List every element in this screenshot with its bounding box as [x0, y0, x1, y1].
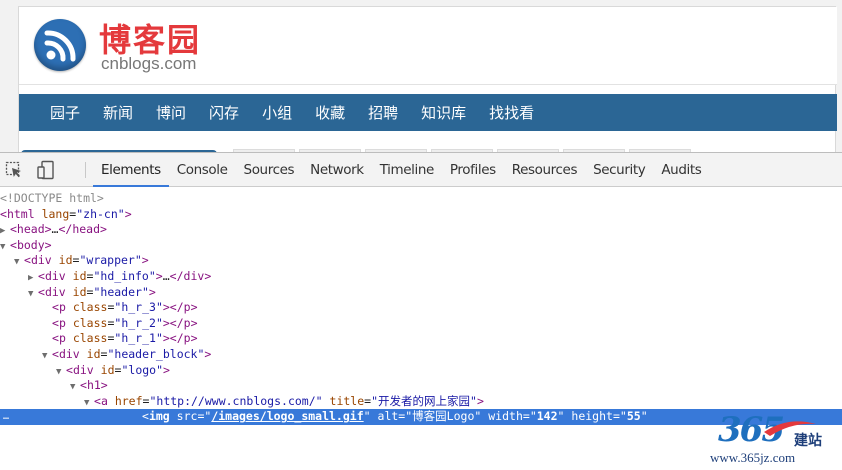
dom-node-a[interactable]: ▼ <a href="http://www.cnblogs.com/" title… — [0, 394, 842, 410]
dom-node-div-header[interactable]: ▼ <div id="header"> — [0, 285, 842, 301]
toolbar-divider — [85, 162, 86, 178]
tag-name: p — [58, 300, 66, 315]
nav-item-flash[interactable]: 闪存 — [209, 102, 239, 123]
nav-item-search[interactable]: 找找看 — [489, 102, 534, 123]
devtools-toolbar: Elements Console Sources Network Timelin… — [0, 153, 842, 187]
watermark-cn-text: 建站 — [794, 433, 822, 449]
attr-name: lang — [41, 206, 70, 221]
attr-value: h_r_1 — [121, 331, 156, 346]
attr-value-link[interactable]: /images/logo_small.gif — [211, 409, 363, 423]
attr-name: id — [100, 362, 115, 377]
tag-name: div — [58, 346, 80, 361]
nav-item-yuanzi[interactable]: 园子 — [50, 102, 80, 123]
dom-node-html[interactable]: <html lang="zh-cn"> — [0, 207, 842, 223]
nav-item-jobs[interactable]: 招聘 — [368, 102, 398, 123]
dom-node-body[interactable]: ▼ <body> — [0, 238, 842, 254]
tag-name: p — [183, 315, 191, 330]
attr-value: logo — [128, 362, 157, 377]
doctype-text: <!DOCTYPE html> — [0, 191, 104, 205]
tag-name: div — [72, 362, 94, 377]
tab-timeline[interactable]: Timeline — [372, 153, 442, 187]
attr-value: hd_info — [100, 268, 149, 283]
tag-name: html — [6, 206, 35, 221]
inspect-element-icon[interactable] — [5, 161, 23, 179]
attr-name: id — [72, 268, 87, 283]
nav-item-questions[interactable]: 博问 — [156, 102, 186, 123]
tag-name: p — [183, 300, 191, 315]
device-mode-icon[interactable] — [37, 160, 55, 180]
tag-name: h1 — [86, 378, 101, 393]
tag-name: div — [44, 268, 66, 283]
tab-profiles[interactable]: Profiles — [442, 153, 504, 187]
tab-resources[interactable]: Resources — [504, 153, 585, 187]
attr-value: 55 — [626, 409, 641, 424]
tab-audits[interactable]: Audits — [653, 153, 709, 187]
attr-value: header_block — [114, 346, 198, 361]
tag-name: p — [58, 315, 66, 330]
tag-name: body — [16, 237, 45, 252]
tab-security[interactable]: Security — [585, 153, 653, 187]
nav-item-favorites[interactable]: 收藏 — [315, 102, 345, 123]
attr-name: href — [114, 393, 143, 408]
website-viewport: 博客园 cnblogs.com 园子 新闻 博问 闪存 小组 收藏 招聘 知识库… — [0, 0, 842, 160]
tag-name: div — [44, 284, 66, 299]
dom-node-p-h-r-2[interactable]: <p class="h_r_2"></p> — [0, 316, 842, 332]
tag-name: p — [58, 331, 66, 346]
dom-node-p-h-r-3[interactable]: <p class="h_r_3"></p> — [0, 300, 842, 316]
attr-value: 博客园Logo — [412, 409, 475, 424]
rss-logo-icon[interactable] — [34, 19, 86, 71]
tag-name: <head> — [10, 222, 52, 237]
tag-name: img — [148, 409, 170, 424]
attr-value: zh-cn — [83, 206, 118, 221]
dom-node-h1[interactable]: ▼ <h1> — [0, 378, 842, 394]
watermark-url: www.365jz.com — [710, 450, 796, 465]
attr-name: height — [571, 409, 613, 424]
watermark: 365 建站 www.365jz.com — [706, 410, 842, 470]
attr-name: id — [72, 284, 87, 299]
dom-node-div-hd-info[interactable]: ▶ <div id="hd_info">…</div> — [0, 269, 842, 285]
tag-name: div — [183, 268, 205, 283]
tab-sources[interactable]: Sources — [236, 153, 303, 187]
attr-value: h_r_2 — [121, 315, 156, 330]
attr-name: width — [488, 409, 523, 424]
attr-value: wrapper — [86, 253, 135, 268]
tag-name: </head> — [58, 222, 107, 237]
nav-item-groups[interactable]: 小组 — [262, 102, 292, 123]
dom-node-div-wrapper[interactable]: ▼ <div id="wrapper"> — [0, 253, 842, 269]
site-header: 博客园 cnblogs.com — [19, 7, 837, 85]
attr-name: class — [72, 300, 108, 315]
attr-value[interactable]: http://www.cnblogs.com/ — [156, 394, 315, 408]
attr-name: id — [86, 346, 101, 361]
attr-name: src — [176, 409, 198, 424]
attr-value: 142 — [536, 409, 558, 424]
dom-node-head[interactable]: ▶ <head>…</head> — [0, 222, 842, 238]
attr-name: alt — [377, 409, 399, 424]
collapsed-ellipsis: … — [162, 268, 170, 283]
attr-name: id — [58, 253, 73, 268]
tag-name: a — [100, 393, 108, 408]
tag-name: p — [183, 331, 191, 346]
tab-elements[interactable]: Elements — [93, 153, 169, 187]
dom-node-doctype[interactable]: <!DOCTYPE html> — [0, 191, 842, 207]
attr-value: h_r_3 — [121, 300, 156, 315]
tag-name: div — [30, 253, 52, 268]
attr-value: 开发者的网上家园 — [378, 393, 471, 408]
attr-value: header — [100, 284, 142, 299]
tab-network[interactable]: Network — [302, 153, 372, 187]
logo-subtitle[interactable]: cnblogs.com — [101, 54, 196, 74]
dom-node-div-header-block[interactable]: ▼ <div id="header_block"> — [0, 347, 842, 363]
site-nav: 园子 新闻 博问 闪存 小组 收藏 招聘 知识库 找找看 — [19, 94, 837, 131]
nav-item-news[interactable]: 新闻 — [103, 102, 133, 123]
tab-console[interactable]: Console — [169, 153, 236, 187]
attr-name: class — [72, 331, 108, 346]
nav-item-knowledge[interactable]: 知识库 — [421, 102, 466, 123]
attr-name: class — [72, 315, 108, 330]
dom-node-div-logo[interactable]: ▼ <div id="logo"> — [0, 363, 842, 379]
devtools-tabs: Elements Console Sources Network Timelin… — [93, 153, 709, 187]
dom-node-p-h-r-1[interactable]: <p class="h_r_1"></p> — [0, 331, 842, 347]
selected-node-marker[interactable]: … — [3, 409, 9, 425]
attr-name: title — [329, 393, 365, 408]
site-container: 博客园 cnblogs.com 园子 新闻 博问 闪存 小组 收藏 招聘 知识库… — [18, 6, 837, 160]
